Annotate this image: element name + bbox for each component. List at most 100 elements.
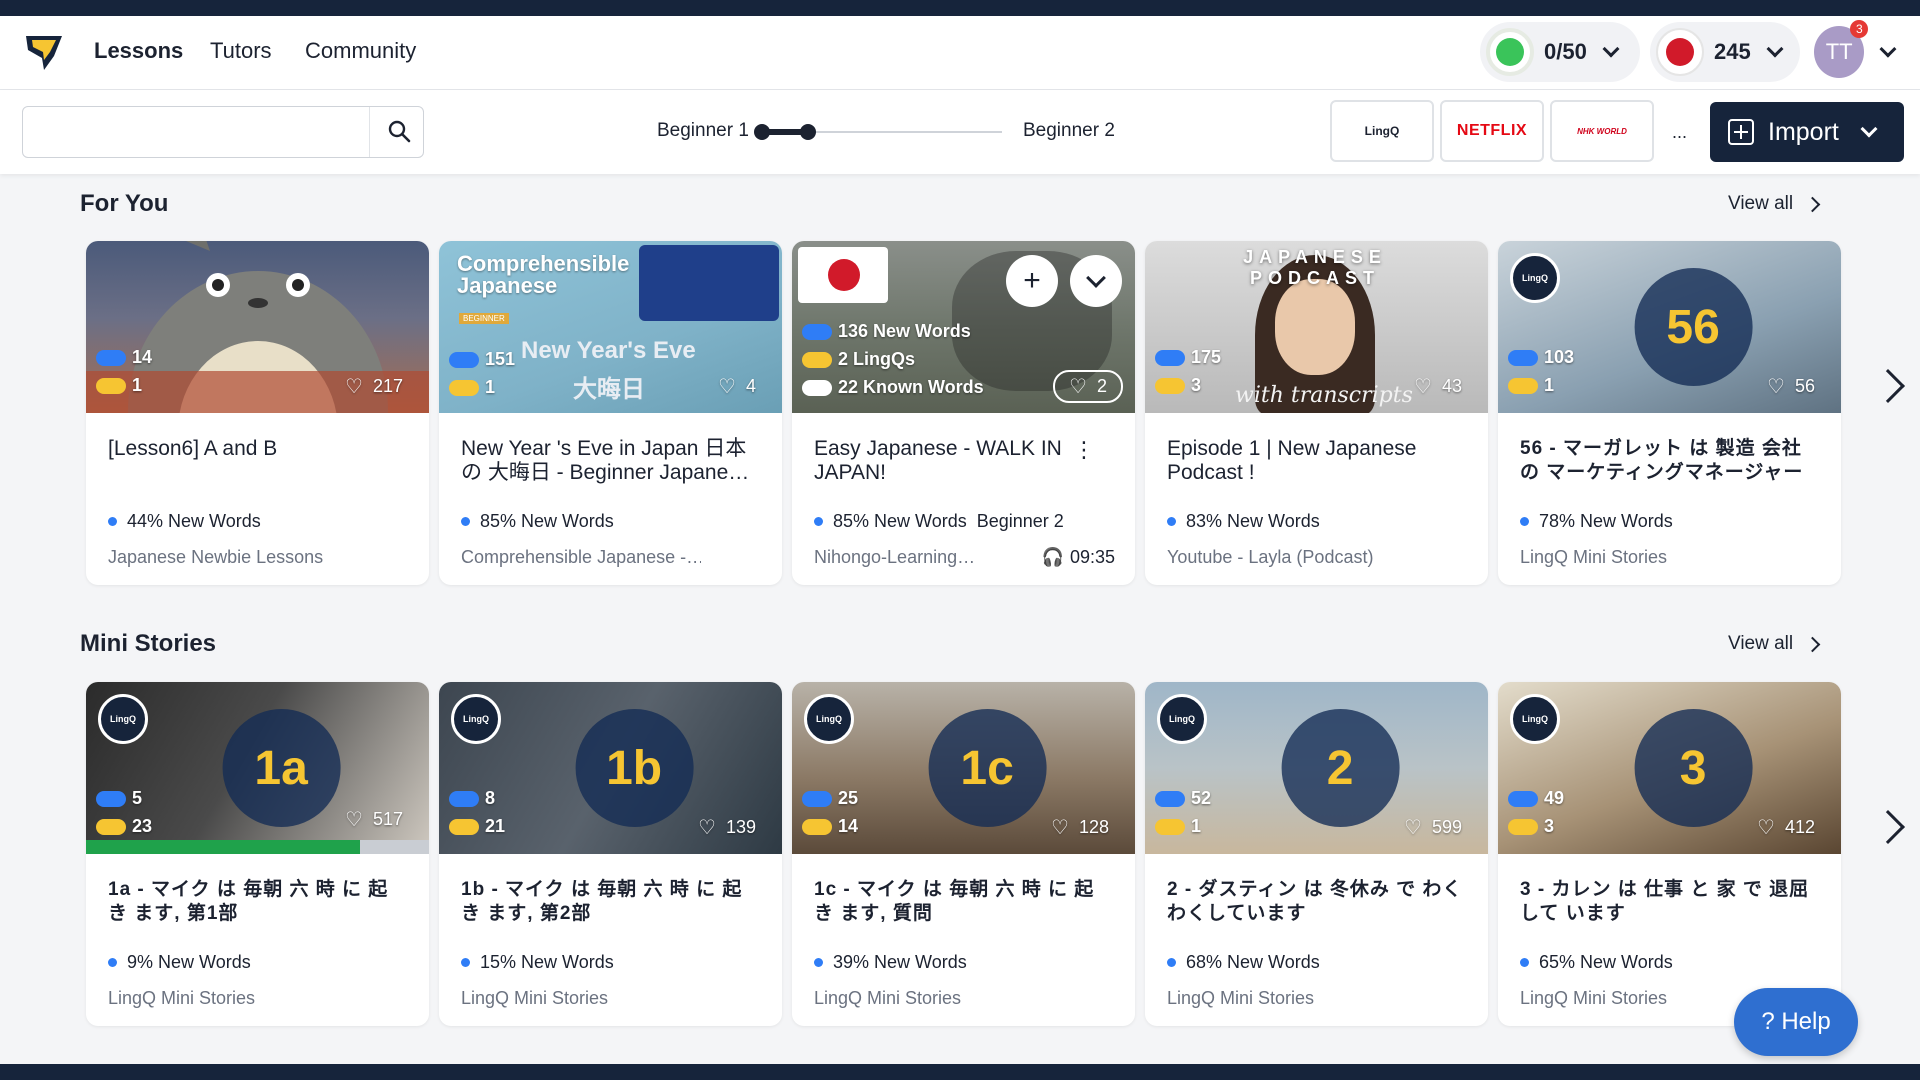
lesson-source[interactable]: Nihongo-Learning… <box>814 547 975 568</box>
heart-icon: ♡ <box>1757 817 1775 839</box>
new-words-percent: 65% New Words <box>1520 952 1673 973</box>
view-all-for-you[interactable]: View all <box>1728 193 1821 215</box>
view-all-mini-stories[interactable]: View all <box>1728 633 1821 655</box>
likes[interactable]: ♡ 43 <box>1414 374 1462 399</box>
likes[interactable]: ♡ 217 <box>345 374 403 399</box>
lingqs-chip <box>1155 818 1185 835</box>
help-button[interactable]: ? Help <box>1734 988 1858 1056</box>
likes-count: 2 <box>1096 376 1107 396</box>
likes[interactable]: ♡ 412 <box>1757 815 1815 840</box>
nav-community[interactable]: Community <box>305 38 416 64</box>
lesson-source[interactable]: LingQ Mini Stories <box>814 988 961 1009</box>
thumbnail-text: JAPANESE PODCAST <box>1243 247 1387 288</box>
help-label: ? Help <box>1761 1008 1831 1035</box>
lesson-source[interactable]: Youtube - Layla (Podcast) <box>1167 547 1373 568</box>
daily-goal-dropdown[interactable]: 0/50 <box>1480 22 1640 82</box>
blue-dot-icon <box>1167 517 1176 526</box>
lesson-card[interactable]: Comprehensible Japanese BEGINNER New Yea… <box>439 241 782 585</box>
pct-label: 78% New Words <box>1539 511 1673 531</box>
language-coins-dropdown[interactable]: 245 <box>1650 22 1800 82</box>
lingq-logo-icon[interactable] <box>24 30 64 74</box>
nav-lessons[interactable]: Lessons <box>94 38 183 64</box>
pct-label: 85% New Words <box>480 511 614 531</box>
import-button[interactable]: Import <box>1710 102 1904 162</box>
new-words-percent: 68% New Words <box>1167 952 1320 973</box>
lingqs-chip <box>802 818 832 835</box>
lesson-card[interactable]: LingQ 3 49 3 ♡ 412 3 - カレン は 仕事 と 家 で 退屈 … <box>1498 682 1841 1026</box>
search-input[interactable] <box>23 107 369 157</box>
likes[interactable]: ♡ 139 <box>698 815 756 840</box>
likes[interactable]: ♡ 517 <box>345 807 403 832</box>
lingq-badge-icon: LingQ <box>1157 694 1207 744</box>
lingqs-stat: 2 LingQs <box>802 349 915 370</box>
likes-count: 217 <box>372 376 403 396</box>
more-sources-button[interactable]: ... <box>1672 122 1687 143</box>
lesson-title: 2 - ダスティン は 冬休み で わく わくしています <box>1167 879 1463 924</box>
level-slider-min-handle[interactable] <box>754 124 770 140</box>
new-words-count: 25 <box>838 788 859 808</box>
lesson-options-chevron-button[interactable] <box>1070 255 1122 307</box>
lesson-card[interactable]: LingQ 56 103 1 ♡ 56 56 - マーガレット は 製造 会社 の… <box>1498 241 1841 585</box>
nav-tutors[interactable]: Tutors <box>210 38 272 64</box>
lesson-source[interactable]: LingQ Mini Stories <box>108 988 255 1009</box>
lesson-source[interactable]: Comprehensible Japanese -… <box>461 547 701 568</box>
heart-icon: ♡ <box>345 809 363 831</box>
source-lingq-button[interactable]: LingQ <box>1330 100 1434 162</box>
thumbnail-text: with transcripts <box>1235 383 1413 408</box>
pct-label: 9% New Words <box>127 952 251 972</box>
lingq-badge-icon: LingQ <box>804 694 854 744</box>
chevron-right-icon <box>1804 636 1821 652</box>
likes[interactable]: ♡ 4 <box>718 374 756 399</box>
view-all-label: View all <box>1728 633 1794 654</box>
lesson-card[interactable]: 14 1 ♡ 217 [Lesson6] A and B 44% New Word… <box>86 241 429 585</box>
likes-count: 128 <box>1078 817 1109 837</box>
section-title-mini-stories: Mini Stories <box>80 630 217 657</box>
lesson-thumbnail: JAPANESE PODCAST with transcripts 175 3 … <box>1145 241 1488 413</box>
lesson-source[interactable]: LingQ Mini Stories <box>1520 547 1667 568</box>
more-options-icon[interactable]: ⋮ <box>1073 437 1095 463</box>
level-slider-max-handle[interactable] <box>800 124 816 140</box>
likes[interactable]: ♡ 128 <box>1051 815 1109 840</box>
known-words-stat: 22 Known Words <box>802 377 984 398</box>
known-words-chip <box>802 379 832 396</box>
likes-count: 517 <box>372 809 403 829</box>
new-words-count: 14 <box>132 347 153 367</box>
new-words-chip <box>1155 349 1185 366</box>
lesson-card[interactable]: LingQ 1b 8 21 ♡ 139 1b - マイク は 毎朝 六 時 に 起… <box>439 682 782 1026</box>
heart-icon: ♡ <box>345 376 363 398</box>
new-words-chip <box>802 790 832 807</box>
heart-icon: ♡ <box>1051 817 1069 839</box>
lesson-card[interactable]: LingQ 2 52 1 ♡ 599 2 - ダスティン は 冬休み で わく わ… <box>1145 682 1488 1026</box>
lesson-source[interactable]: LingQ Mini Stories <box>1167 988 1314 1009</box>
lingqs-count: 23 <box>132 816 153 836</box>
lesson-source[interactable]: Japanese Newbie Lessons <box>108 547 323 568</box>
add-lesson-button[interactable]: + <box>1006 255 1058 307</box>
lesson-card[interactable]: JAPANESE PODCAST with transcripts 175 3 … <box>1145 241 1488 585</box>
pct-label: 65% New Words <box>1539 952 1673 972</box>
lesson-card[interactable]: LingQ 1a 5 23 ♡ 517 1a - マイク は 毎朝 六 時 に 起… <box>86 682 429 1026</box>
likes-count: 56 <box>1794 376 1815 396</box>
source-netflix-button[interactable]: NETFLIX <box>1440 100 1544 162</box>
lesson-source[interactable]: LingQ Mini Stories <box>461 988 608 1009</box>
mini-stories-next-arrow[interactable] <box>1871 797 1908 857</box>
lesson-card[interactable]: + 136 New Words 2 LingQs 22 Known Words … <box>792 241 1135 585</box>
duration-label: 09:35 <box>1069 547 1115 567</box>
likes[interactable]: ♡ 2 <box>1053 370 1123 403</box>
lesson-source[interactable]: LingQ Mini Stories <box>1520 988 1667 1009</box>
lesson-title: 56 - マーガレット は 製造 会社 の マーケティングマネージャー です <box>1520 438 1804 483</box>
story-number: 3 <box>1634 709 1753 827</box>
new-words-chip <box>1508 349 1538 366</box>
likes[interactable]: ♡ 56 <box>1767 374 1815 399</box>
lingqs-stat: 21 <box>449 816 505 837</box>
source-nhk-button[interactable]: NHK WORLD <box>1550 100 1654 162</box>
search-icon[interactable] <box>387 119 411 143</box>
chevron-down-icon <box>1086 268 1106 288</box>
for-you-next-arrow[interactable] <box>1871 356 1908 416</box>
new-words-stat: 52 <box>1155 788 1211 809</box>
profile-dropdown[interactable]: TT 3 <box>1812 20 1908 82</box>
new-words-percent: 9% New Words <box>108 952 251 973</box>
lesson-card[interactable]: LingQ 1c 25 14 ♡ 128 1c - マイク は 毎朝 六 時 に … <box>792 682 1135 1026</box>
story-number: 1c <box>928 709 1047 827</box>
lingqs-chip <box>96 818 126 835</box>
likes[interactable]: ♡ 599 <box>1404 815 1462 840</box>
